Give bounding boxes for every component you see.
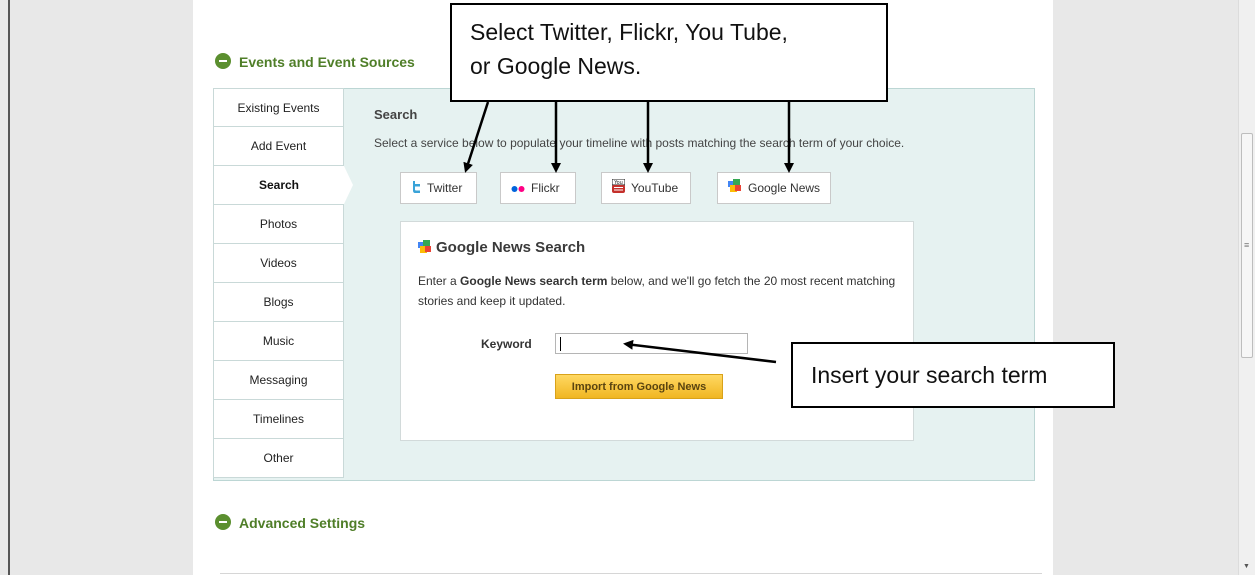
youtube-label: YouTube [631, 181, 679, 195]
card-description: Enter a Google News search term below, a… [418, 271, 898, 311]
annotation-line-1: Select Twitter, Flickr, You Tube, [470, 19, 788, 45]
twitter-icon [411, 174, 421, 204]
annotation-select-service: Select Twitter, Flickr, You Tube, or Goo… [450, 3, 888, 102]
card-title: Google News Search [418, 239, 585, 258]
desc-bold-text: Google News search term [460, 274, 608, 288]
divider [220, 573, 1042, 574]
tab-music[interactable]: Music [213, 322, 344, 361]
keyword-label: Keyword [481, 337, 532, 351]
keyword-input[interactable] [555, 333, 748, 354]
youtube-button[interactable]: You YouTube [601, 172, 691, 204]
twitter-button[interactable]: Twitter [400, 172, 477, 204]
tab-messaging[interactable]: Messaging [213, 361, 344, 400]
tab-timelines[interactable]: Timelines [213, 400, 344, 439]
collapse-icon[interactable] [215, 514, 231, 530]
events-section-title[interactable]: Events and Event Sources [239, 54, 415, 70]
import-from-google-news-button[interactable]: Import from Google News [555, 374, 723, 399]
flickr-button[interactable]: Flickr [500, 172, 576, 204]
tab-other[interactable]: Other [213, 439, 344, 478]
tab-add-event[interactable]: Add Event [213, 127, 344, 166]
search-heading: Search [374, 107, 418, 122]
desc-text: Enter a [418, 274, 461, 288]
collapse-icon[interactable] [215, 53, 231, 69]
flickr-label: Flickr [531, 181, 560, 195]
annotation-search-term: Insert your search term [791, 342, 1115, 408]
google-news-label: Google News [748, 181, 821, 195]
google-news-button[interactable]: Google News [717, 172, 831, 204]
scroll-down-arrow-icon[interactable]: ▼ [1243, 563, 1250, 570]
scrollbar-grip-icon: ≡ [1244, 240, 1250, 250]
card-title-text: Google News Search [436, 239, 586, 256]
youtube-icon: You [611, 174, 626, 204]
tab-search[interactable]: Search [213, 166, 353, 205]
google-news-icon [728, 174, 742, 204]
svg-text:You: You [613, 180, 623, 186]
twitter-label: Twitter [427, 181, 463, 195]
window-left-border [8, 0, 10, 575]
advanced-settings-title[interactable]: Advanced Settings [239, 515, 365, 531]
tab-existing-events[interactable]: Existing Events [213, 88, 344, 127]
search-description: Select a service below to populate your … [374, 136, 905, 150]
tab-photos[interactable]: Photos [213, 205, 344, 244]
tab-videos[interactable]: Videos [213, 244, 344, 283]
flickr-icon [511, 174, 525, 204]
page-right-gutter [1053, 0, 1238, 575]
text-caret [560, 337, 561, 351]
tab-blogs[interactable]: Blogs [213, 283, 344, 322]
annotation-line-2: or Google News. [470, 53, 642, 79]
event-source-tabs: Existing Events Add Event Search Photos … [213, 88, 353, 478]
google-news-icon [418, 240, 432, 258]
